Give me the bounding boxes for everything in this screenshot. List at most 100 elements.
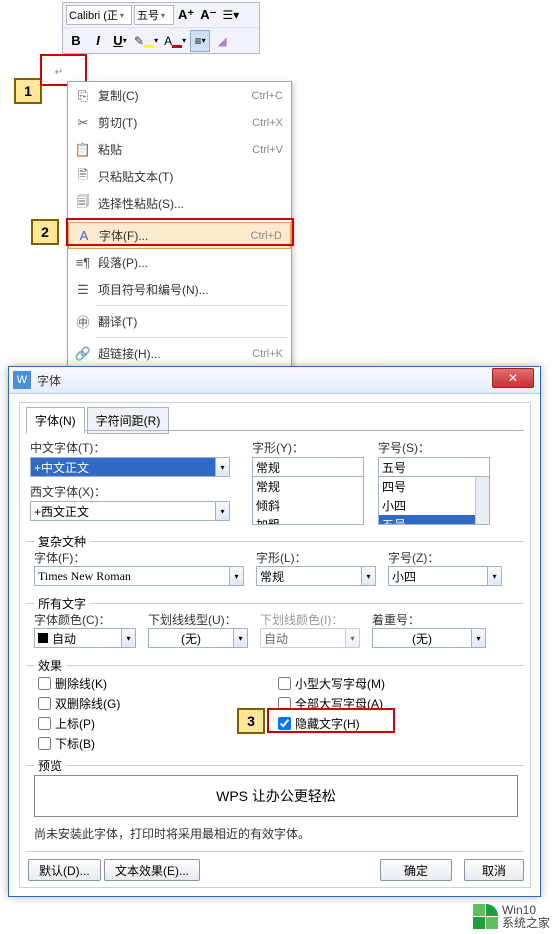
format-painter-button[interactable]: ◢ bbox=[212, 30, 232, 52]
underline-icon: U bbox=[113, 33, 122, 48]
color-combo[interactable]: 自动▾ bbox=[34, 628, 136, 648]
ctx-bullets-label: 项目符号和编号(N)... bbox=[98, 281, 283, 298]
size-listbox[interactable]: 四号 小四 五号 bbox=[378, 477, 490, 525]
ctx-separator bbox=[96, 305, 287, 306]
ctx-font[interactable]: A 字体(F)... Ctrl+D bbox=[68, 222, 291, 249]
size-label: 字号(S)： bbox=[378, 439, 430, 456]
copy-icon: ⎘ bbox=[72, 88, 94, 104]
cx-style-combo[interactable]: 常规▾ bbox=[256, 566, 376, 586]
step-badge-1: 1 bbox=[14, 78, 42, 104]
ctx-separator bbox=[96, 219, 287, 220]
complex-legend: 复杂文种 bbox=[34, 533, 90, 550]
style-input[interactable]: 常规 bbox=[252, 457, 364, 477]
ctx-copy-label: 复制(C) bbox=[98, 87, 252, 104]
highlight-button[interactable]: ✎▾ bbox=[132, 30, 160, 52]
ok-button[interactable]: 确定 bbox=[380, 859, 452, 881]
ctx-translate[interactable]: ㊥ 翻译(T) bbox=[68, 308, 291, 335]
chevron-down-icon: ▾ bbox=[488, 566, 502, 586]
chk-double-strike[interactable]: 双删除线(G) bbox=[38, 695, 120, 712]
cn-font-combo[interactable]: +中文正文 ▾ bbox=[30, 457, 230, 477]
cx-size-combo[interactable]: 小四▾ bbox=[388, 566, 502, 586]
ctx-translate-label: 翻译(T) bbox=[98, 313, 283, 330]
ctx-cut-label: 剪切(T) bbox=[98, 114, 252, 131]
line-spacing-button[interactable]: ☰▾ bbox=[221, 4, 242, 26]
clipboard-icon: 📋 bbox=[72, 142, 94, 158]
toolbar-row-2: B I U▾ ✎▾ A▾ ≡▾ ◢ bbox=[63, 28, 259, 53]
underline-style-combo[interactable]: (无)▾ bbox=[148, 628, 248, 648]
chk-subscript[interactable]: 下标(B) bbox=[38, 735, 95, 752]
ctx-paste-text-label: 只粘贴文本(T) bbox=[98, 168, 283, 185]
chk-smallcaps[interactable]: 小型大写字母(M) bbox=[278, 675, 385, 692]
underline-color-label: 下划线颜色(I)： bbox=[260, 611, 343, 628]
dialog-titlebar: W 字体 ✕ bbox=[9, 366, 540, 394]
style-label: 字形(Y)： bbox=[252, 439, 304, 456]
cx-font-combo[interactable]: Times New Roman▾ bbox=[34, 566, 244, 586]
ctx-hyperlink[interactable]: 🔗 超链接(H)... Ctrl+K bbox=[68, 340, 291, 367]
shrink-font-icon: A⁻ bbox=[200, 7, 216, 23]
close-button[interactable]: ✕ bbox=[492, 368, 534, 388]
font-size-dropdown[interactable]: 五号▾ bbox=[134, 5, 174, 25]
style-listbox[interactable]: 常规 倾斜 加粗 bbox=[252, 477, 364, 525]
cursor-indicator: ↵ bbox=[53, 64, 65, 80]
italic-button[interactable]: I bbox=[88, 30, 108, 52]
chk-allcaps[interactable]: 全部大写字母(A) bbox=[278, 695, 383, 712]
font-color-button[interactable]: A▾ bbox=[162, 30, 188, 52]
ctx-hyperlink-shortcut: Ctrl+K bbox=[252, 348, 283, 360]
ctx-bullets[interactable]: ☰ 项目符号和编号(N)... bbox=[68, 276, 291, 303]
shrink-font-button[interactable]: A⁻ bbox=[198, 4, 218, 26]
underline-color-combo: 自动▾ bbox=[260, 628, 360, 648]
tab-underline bbox=[26, 430, 524, 431]
scissors-icon: ✂ bbox=[72, 115, 94, 131]
ctx-copy[interactable]: ⎘ 复制(C) Ctrl+C bbox=[68, 82, 291, 109]
hyperlink-icon: 🔗 bbox=[72, 346, 94, 362]
chk-superscript[interactable]: 上标(P) bbox=[38, 715, 95, 732]
scrollbar[interactable] bbox=[475, 477, 489, 524]
font-name-dropdown[interactable]: Calibri (正▾ bbox=[66, 5, 132, 25]
chk-strike[interactable]: 删除线(K) bbox=[38, 675, 107, 692]
en-font-combo[interactable]: +西文正文 ▾ bbox=[30, 501, 230, 521]
ctx-cut-shortcut: Ctrl+X bbox=[252, 117, 283, 129]
ctx-paste-shortcut: Ctrl+V bbox=[252, 144, 283, 156]
list-item[interactable]: 倾斜 bbox=[253, 496, 363, 515]
toolbar-row-1: Calibri (正▾ 五号▾ A⁺ A⁻ ☰▾ bbox=[63, 3, 259, 28]
default-button[interactable]: 默认(D)... bbox=[28, 859, 101, 881]
tab-font[interactable]: 字体(N) bbox=[26, 407, 85, 434]
chevron-down-icon: ▾ bbox=[122, 628, 136, 648]
emphasis-combo[interactable]: (无)▾ bbox=[372, 628, 486, 648]
ctx-paste-text[interactable]: 🗎 只粘贴文本(T) bbox=[68, 163, 291, 190]
ctx-copy-shortcut: Ctrl+C bbox=[252, 90, 283, 102]
list-item[interactable]: 常规 bbox=[253, 477, 363, 496]
ctx-paste-special[interactable]: 🗐 选择性粘贴(S)... bbox=[68, 190, 291, 217]
emphasis-label: 着重号： bbox=[372, 611, 420, 628]
list-item[interactable]: 四号 bbox=[379, 477, 489, 496]
cn-font-value: +中文正文 bbox=[34, 459, 89, 476]
ctx-paragraph[interactable]: ≡¶ 段落(P)... bbox=[68, 249, 291, 276]
underline-button[interactable]: U▾ bbox=[110, 30, 130, 52]
paste-special-icon: 🗐 bbox=[72, 193, 94, 215]
underline-style-label: 下划线线型(U)： bbox=[148, 611, 237, 628]
list-item[interactable]: 加粗 bbox=[253, 515, 363, 525]
font-dialog: W 字体 ✕ 字体(N) 字符间距(R) 中文字体(T)： +中文正文 ▾ 西文… bbox=[8, 366, 541, 897]
bold-button[interactable]: B bbox=[66, 30, 86, 52]
paste-text-icon: 🗎 bbox=[72, 166, 94, 188]
ctx-separator bbox=[96, 337, 287, 338]
font-name-value: Calibri (正 bbox=[69, 7, 118, 23]
list-item[interactable]: 五号 bbox=[379, 515, 489, 525]
dialog-body: 字体(N) 字符间距(R) 中文字体(T)： +中文正文 ▾ 西文字体(X)： … bbox=[19, 402, 531, 888]
size-input[interactable]: 五号 bbox=[378, 457, 490, 477]
chevron-down-icon: ▾ bbox=[161, 11, 165, 20]
chk-hidden[interactable]: 隐藏文字(H) bbox=[278, 715, 360, 732]
chevron-down-icon: ▾ bbox=[362, 566, 376, 586]
ctx-hyperlink-label: 超链接(H)... bbox=[98, 345, 252, 362]
align-icon: ≡ bbox=[195, 34, 202, 48]
ctx-paste[interactable]: 📋 粘贴 Ctrl+V bbox=[68, 136, 291, 163]
preview-legend: 预览 bbox=[34, 757, 66, 774]
align-button[interactable]: ≡▾ bbox=[190, 30, 210, 52]
cancel-button[interactable]: 取消 bbox=[464, 859, 524, 881]
text-effects-button[interactable]: 文本效果(E)... bbox=[104, 859, 200, 881]
translate-icon: ㊥ bbox=[72, 312, 94, 331]
list-item[interactable]: 小四 bbox=[379, 496, 489, 515]
grow-font-button[interactable]: A⁺ bbox=[176, 4, 196, 26]
watermark-text: Win10 系统之家 bbox=[502, 904, 550, 930]
ctx-cut[interactable]: ✂ 剪切(T) Ctrl+X bbox=[68, 109, 291, 136]
